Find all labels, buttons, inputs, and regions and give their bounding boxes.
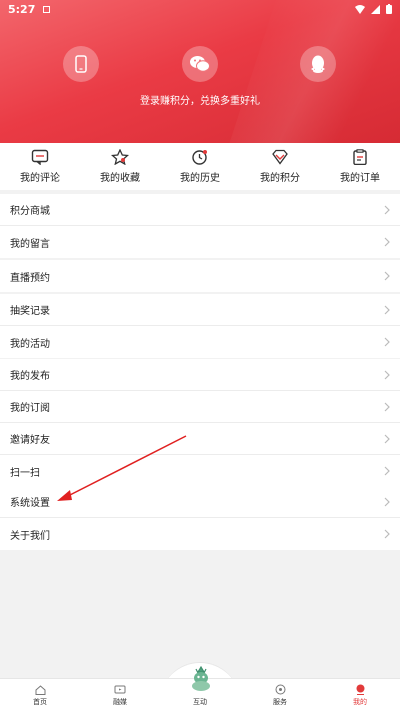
menu-item-my-posts[interactable]: 我的发布	[0, 359, 400, 391]
menu-item-label: 扫一扫	[10, 467, 40, 479]
diamond-icon	[272, 149, 288, 165]
quick-item-label: 我的评论	[20, 173, 60, 184]
tab-label: 首页	[33, 698, 47, 706]
status-time: 5:27	[8, 2, 36, 16]
qq-icon	[311, 55, 325, 73]
phone-icon	[75, 55, 87, 73]
chevron-right-icon	[384, 271, 390, 281]
chevron-right-icon	[384, 305, 390, 314]
tab-home[interactable]: 首页	[0, 679, 80, 711]
menu-item-my-messages[interactable]: 我的留言	[0, 226, 400, 258]
chevron-right-icon	[384, 402, 390, 411]
chevron-right-icon	[384, 337, 390, 347]
menu-group-2: 直播预约	[0, 260, 400, 292]
menu-item-label: 关于我们	[10, 530, 50, 542]
quick-item-comments[interactable]: 我的评论	[0, 143, 80, 190]
menu-item-my-activities[interactable]: 我的活动	[0, 326, 400, 358]
profile-header: 5:27 登录赚积分，兑换多重好礼	[0, 0, 400, 143]
menu-group-5: 系统设置 关于我们	[0, 486, 400, 550]
tab-label: 服务	[273, 698, 287, 706]
chevron-right-icon	[384, 370, 390, 379]
menu-item-label: 积分商城	[10, 206, 50, 217]
profile-icon	[356, 684, 364, 695]
chevron-right-icon	[384, 466, 390, 476]
wechat-login-button[interactable]	[182, 46, 218, 82]
quick-item-points[interactable]: 我的积分	[240, 143, 320, 190]
home-icon	[35, 685, 45, 695]
menu-item-invite-friends[interactable]: 邀请好友	[0, 423, 400, 455]
star-icon	[111, 149, 129, 165]
signal-icon	[371, 4, 380, 14]
menu-item-label: 直播预约	[10, 272, 50, 284]
quick-item-history[interactable]: 我的历史	[160, 143, 240, 190]
menu-item-label: 系统设置	[10, 498, 50, 509]
tab-label: 互动	[193, 698, 207, 706]
tab-profile[interactable]: 我的	[320, 679, 400, 711]
menu-item-points-mall[interactable]: 积分商城	[0, 194, 400, 226]
chevron-right-icon	[384, 529, 390, 539]
menu-item-label: 我的订阅	[10, 403, 50, 414]
menu-item-label: 我的活动	[10, 338, 50, 350]
notification-icon	[43, 5, 51, 13]
tab-media[interactable]: 融媒	[80, 679, 160, 711]
quick-menu: 我的评论 我的收藏 我的历史 我的积分 我的订单	[0, 143, 400, 190]
login-prompt[interactable]: 登录赚积分，兑换多重好礼	[0, 92, 400, 107]
chevron-right-icon	[384, 434, 390, 443]
menu-group-4: 我的发布 我的订阅 邀请好友 扫一扫	[0, 359, 400, 487]
menu-item-my-subscriptions[interactable]: 我的订阅	[0, 391, 400, 423]
quick-item-label: 我的积分	[260, 173, 300, 184]
menu-group-1: 积分商城 我的留言	[0, 194, 400, 258]
quick-item-label: 我的收藏	[100, 173, 140, 184]
mascot-icon[interactable]	[190, 666, 212, 692]
tab-label: 融媒	[113, 698, 127, 706]
menu-item-live-reservation[interactable]: 直播预约	[0, 260, 400, 292]
menu-item-system-settings[interactable]: 系统设置	[0, 486, 400, 518]
wechat-icon	[190, 56, 210, 72]
menu-item-lottery-records[interactable]: 抽奖记录	[0, 294, 400, 326]
comment-icon	[31, 149, 49, 165]
menu-group-3: 抽奖记录 我的活动	[0, 294, 400, 358]
status-bar: 5:27	[0, 0, 400, 18]
battery-icon	[386, 4, 392, 14]
qq-login-button[interactable]	[300, 46, 336, 82]
clipboard-icon	[353, 149, 367, 165]
menu-item-scan[interactable]: 扫一扫	[0, 455, 400, 487]
menu-item-about-us[interactable]: 关于我们	[0, 518, 400, 550]
quick-item-label: 我的订单	[340, 173, 380, 184]
service-icon	[275, 684, 285, 695]
chevron-right-icon	[384, 237, 390, 247]
menu-item-label: 我的发布	[10, 371, 50, 382]
chevron-right-icon	[384, 497, 390, 506]
tab-label: 我的	[353, 698, 367, 706]
clock-icon	[192, 150, 207, 165]
tv-icon	[114, 685, 126, 694]
menu-item-label: 邀请好友	[10, 435, 50, 446]
quick-item-label: 我的历史	[180, 173, 220, 184]
menu-item-label: 抽奖记录	[10, 306, 50, 317]
phone-login-button[interactable]	[63, 46, 99, 82]
chevron-right-icon	[384, 205, 390, 214]
quick-item-favorites[interactable]: 我的收藏	[80, 143, 160, 190]
quick-item-orders[interactable]: 我的订单	[320, 143, 400, 190]
wifi-icon	[355, 4, 365, 14]
menu-item-label: 我的留言	[10, 238, 50, 250]
tab-service[interactable]: 服务	[240, 679, 320, 711]
